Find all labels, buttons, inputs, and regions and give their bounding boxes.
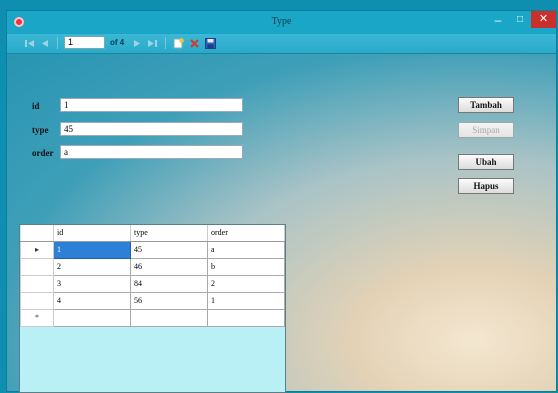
column-header-type[interactable]: type: [130, 225, 208, 242]
tambah-button[interactable]: Tambah: [458, 97, 514, 113]
table-cell[interactable]: 56: [130, 291, 208, 310]
table-row[interactable]: ▸ 1 45 a: [20, 240, 285, 259]
table-cell[interactable]: 4: [53, 291, 131, 310]
table-cell[interactable]: 1: [207, 291, 285, 310]
position-input[interactable]: 1: [64, 36, 105, 49]
table-cell[interactable]: 1: [53, 240, 131, 259]
table-cell[interactable]: [207, 308, 285, 327]
new-table-row[interactable]: *: [20, 308, 285, 327]
add-new-icon[interactable]: [172, 37, 184, 49]
table-cell[interactable]: 3: [53, 274, 131, 293]
binding-navigator-toolbar: 1 of 4: [7, 34, 556, 54]
simpan-button[interactable]: Simpan: [458, 122, 514, 138]
separator-icon: [163, 37, 169, 49]
save-icon[interactable]: [204, 37, 216, 49]
new-row-marker[interactable]: *: [20, 308, 54, 327]
table-row[interactable]: 2 46 b: [20, 257, 285, 276]
type-label: type: [32, 125, 49, 135]
window-title: Type: [271, 16, 292, 27]
column-header-id[interactable]: id: [53, 225, 131, 242]
grid-table: id type order ▸ 1 45 a 2 46 b 3 84 2 4 5…: [20, 225, 285, 327]
table-cell[interactable]: b: [207, 257, 285, 276]
separator-icon: [55, 37, 61, 49]
column-header-order[interactable]: order: [207, 225, 285, 242]
grid-header-row: id type order: [20, 225, 285, 242]
table-cell[interactable]: 2: [53, 257, 131, 276]
table-row[interactable]: 3 84 2: [20, 274, 285, 293]
table-cell[interactable]: 46: [130, 257, 208, 276]
id-label: id: [32, 101, 40, 111]
hapus-button[interactable]: Hapus: [458, 178, 514, 194]
maximize-button[interactable]: □: [511, 13, 529, 29]
table-cell[interactable]: 2: [207, 274, 285, 293]
table-cell[interactable]: 45: [130, 240, 208, 259]
table-row[interactable]: 4 56 1: [20, 291, 285, 310]
move-previous-icon[interactable]: [39, 37, 51, 49]
table-cell[interactable]: 84: [130, 274, 208, 293]
record-count-label: of 4: [110, 38, 125, 47]
data-grid[interactable]: id type order ▸ 1 45 a 2 46 b 3 84 2 4 5…: [19, 224, 286, 393]
ubah-button[interactable]: Ubah: [458, 154, 514, 170]
current-row-marker[interactable]: ▸: [20, 240, 54, 259]
move-last-icon[interactable]: [146, 37, 158, 49]
row-header[interactable]: [20, 257, 54, 276]
id-field[interactable]: 1: [60, 98, 243, 112]
application-window: Type – □ ✕ 1 of 4 id 1 type 45 order a T…: [7, 11, 556, 393]
table-cell[interactable]: a: [207, 240, 285, 259]
row-header[interactable]: [20, 274, 54, 293]
move-next-icon[interactable]: [131, 37, 143, 49]
minimize-button[interactable]: –: [489, 13, 507, 29]
type-field[interactable]: 45: [60, 122, 243, 136]
order-field[interactable]: a: [60, 145, 243, 159]
row-header-corner[interactable]: [20, 225, 54, 242]
row-header[interactable]: [20, 291, 54, 310]
move-first-icon[interactable]: [24, 37, 36, 49]
delete-icon[interactable]: [188, 37, 200, 49]
close-button[interactable]: ✕: [531, 11, 556, 28]
table-cell[interactable]: [53, 308, 131, 327]
title-bar[interactable]: Type – □ ✕: [7, 11, 556, 33]
table-cell[interactable]: [130, 308, 208, 327]
order-label: order: [32, 148, 54, 158]
